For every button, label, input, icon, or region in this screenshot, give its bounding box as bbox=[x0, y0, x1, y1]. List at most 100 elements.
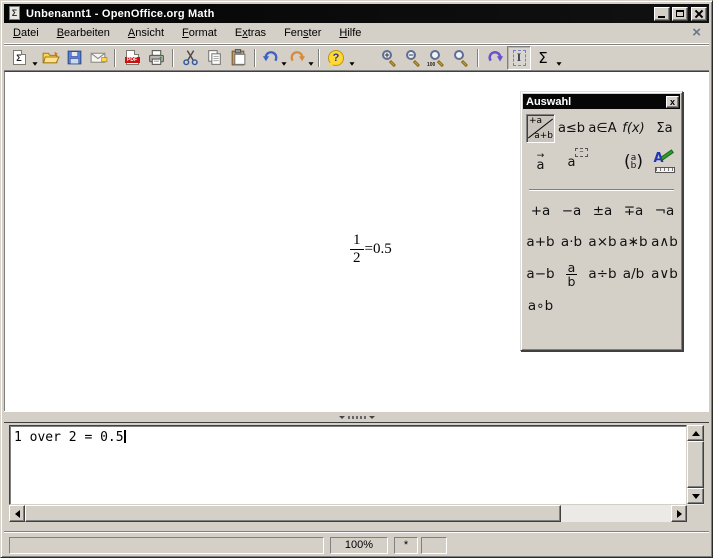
open-button[interactable] bbox=[38, 47, 62, 69]
symbol-a-over-b[interactable]: a b bbox=[556, 257, 587, 291]
save-button[interactable] bbox=[62, 47, 86, 69]
undo-dropdown-icon[interactable] bbox=[281, 62, 286, 65]
symbol-a-ast-b[interactable]: a∗b bbox=[618, 226, 649, 257]
symbol-minusplus-a[interactable]: ∓a bbox=[618, 196, 649, 226]
menu-extras[interactable]: Extras bbox=[226, 24, 275, 43]
status-extra-field bbox=[421, 537, 447, 554]
menu-format[interactable]: Format bbox=[173, 24, 226, 43]
close-document-icon[interactable]: × bbox=[692, 24, 701, 42]
new-dropdown-icon[interactable] bbox=[32, 62, 37, 65]
menubar: Datei Bearbeiten Ansicht Format Extras F… bbox=[4, 23, 709, 44]
category-formats[interactable]: A bbox=[649, 146, 680, 178]
arrow-down-icon bbox=[692, 494, 700, 499]
zoom-out-button[interactable]: − bbox=[401, 47, 425, 69]
palette-separator bbox=[529, 189, 674, 191]
menu-bearbeiten[interactable]: Bearbeiten bbox=[48, 24, 119, 43]
minimize-button[interactable] bbox=[654, 7, 670, 21]
refresh-button[interactable] bbox=[483, 47, 507, 69]
symbol-a-circ-b[interactable]: a∘b bbox=[525, 291, 556, 321]
splitter-arrow-icon bbox=[369, 416, 375, 419]
print-button[interactable] bbox=[144, 47, 168, 69]
cut-button[interactable] bbox=[178, 47, 202, 69]
paste-button[interactable] bbox=[226, 47, 250, 69]
palette-symbol-grid: +a −a ±a ∓a ¬a a+b a·b a×b a∗b a∧b a−b a… bbox=[525, 196, 680, 321]
functions-icon: f(x) bbox=[622, 121, 644, 136]
scroll-up-button[interactable] bbox=[687, 425, 704, 441]
symbol-a-minus-b[interactable]: a−b bbox=[525, 257, 556, 291]
symbol-a-times-b[interactable]: a×b bbox=[587, 226, 618, 257]
category-misc[interactable]: a ··· bbox=[556, 146, 587, 178]
zoom-full-button[interactable] bbox=[449, 47, 473, 69]
copy-icon bbox=[205, 48, 224, 67]
copy-button[interactable] bbox=[202, 47, 226, 69]
toolbar-overflow-icon[interactable] bbox=[349, 62, 354, 65]
scroll-left-button[interactable] bbox=[9, 505, 25, 522]
vertical-scroll-thumb[interactable] bbox=[687, 441, 704, 488]
splitter-grip-icon bbox=[348, 416, 366, 419]
export-pdf-button[interactable]: PDF bbox=[120, 47, 144, 69]
undo-arrow-icon bbox=[261, 48, 280, 67]
redo-button[interactable] bbox=[287, 47, 307, 69]
menu-datei[interactable]: Datei bbox=[4, 24, 48, 43]
symbol-a-slash-b[interactable]: a/b bbox=[618, 257, 649, 291]
window-splitter[interactable] bbox=[4, 411, 709, 423]
app-icon-sigma: Σ bbox=[9, 6, 20, 20]
zoom-in-icon: + bbox=[380, 49, 398, 67]
symbol-minus-a[interactable]: −a bbox=[556, 196, 587, 226]
close-button[interactable] bbox=[691, 7, 707, 21]
symbol-a-plus-b[interactable]: a+b bbox=[525, 226, 556, 257]
fraction-numerator: 1 bbox=[350, 232, 364, 250]
category-brackets[interactable]: ( a b ) bbox=[618, 146, 649, 178]
arrow-up-icon bbox=[692, 431, 700, 436]
zoom-in-button[interactable]: + bbox=[377, 47, 401, 69]
pdf-document-icon: PDF bbox=[126, 50, 139, 65]
symbol-a-cdot-b[interactable]: a·b bbox=[556, 226, 587, 257]
category-attributes[interactable]: → a bbox=[525, 146, 556, 178]
symbol-a-or-b[interactable]: a∨b bbox=[649, 257, 680, 291]
symbol-plus-a[interactable]: +a bbox=[525, 196, 556, 226]
scroll-down-button[interactable] bbox=[687, 488, 704, 504]
refresh-arrow-icon bbox=[486, 48, 505, 67]
email-button[interactable] bbox=[86, 47, 110, 69]
symbol-plusminus-a[interactable]: ±a bbox=[587, 196, 618, 226]
category-unary-binary-operators[interactable]: +a a+b bbox=[525, 112, 556, 144]
symbols-catalog-button[interactable]: Σ bbox=[531, 47, 555, 69]
formula-cursor-button[interactable]: I bbox=[507, 46, 531, 70]
category-set-operations[interactable]: a∈A bbox=[587, 112, 618, 144]
titlebar: Σ Unbenannt1 - OpenOffice.org Math bbox=[4, 4, 709, 23]
menu-fenster[interactable]: Fenster bbox=[275, 24, 330, 43]
arrow-left-icon bbox=[15, 510, 20, 518]
command-vertical-scrollbar[interactable] bbox=[687, 425, 704, 505]
toolbar-overflow-icon[interactable] bbox=[556, 62, 561, 65]
category-functions[interactable]: f(x) bbox=[618, 112, 649, 144]
help-button[interactable]: ? bbox=[324, 47, 348, 69]
palette-close-button[interactable]: x bbox=[666, 96, 679, 108]
scroll-right-button[interactable] bbox=[671, 505, 687, 522]
fraction-denominator: 2 bbox=[350, 250, 364, 267]
horizontal-scroll-thumb[interactable] bbox=[25, 505, 561, 522]
category-operators[interactable]: Σa bbox=[649, 112, 680, 144]
save-floppy-icon bbox=[65, 48, 84, 67]
symbol-not-a[interactable]: ¬a bbox=[649, 196, 680, 226]
window-controls bbox=[654, 7, 707, 21]
category-relations[interactable]: a≤b bbox=[556, 112, 587, 144]
toolbar-separator bbox=[318, 49, 320, 67]
palette-titlebar[interactable]: Auswahl x bbox=[523, 94, 680, 109]
zoom-out-icon: − bbox=[404, 49, 422, 67]
redo-dropdown-icon[interactable] bbox=[308, 62, 313, 65]
palette-category-row-1: +a a+b a≤b a∈A f(x) Σa bbox=[525, 112, 680, 144]
symbol-a-and-b[interactable]: a∧b bbox=[649, 226, 680, 257]
command-horizontal-scrollbar[interactable] bbox=[9, 505, 687, 522]
command-input[interactable]: 1 over 2 = 0.5 bbox=[9, 425, 687, 505]
maximize-button[interactable] bbox=[672, 7, 688, 21]
zoom-100-button[interactable]: 100 bbox=[425, 47, 449, 69]
menu-ansicht[interactable]: Ansicht bbox=[119, 24, 173, 43]
menu-hilfe[interactable]: Hilfe bbox=[330, 24, 370, 43]
unary-binary-icon: +a a+b bbox=[526, 114, 555, 143]
operators-icon: Σa bbox=[656, 121, 672, 136]
new-formula-button[interactable]: Σ bbox=[7, 47, 31, 69]
symbol-a-div-b[interactable]: a÷b bbox=[587, 257, 618, 291]
status-zoom-field[interactable]: 100% bbox=[330, 537, 388, 554]
printer-icon bbox=[147, 48, 166, 67]
undo-button[interactable] bbox=[260, 47, 280, 69]
